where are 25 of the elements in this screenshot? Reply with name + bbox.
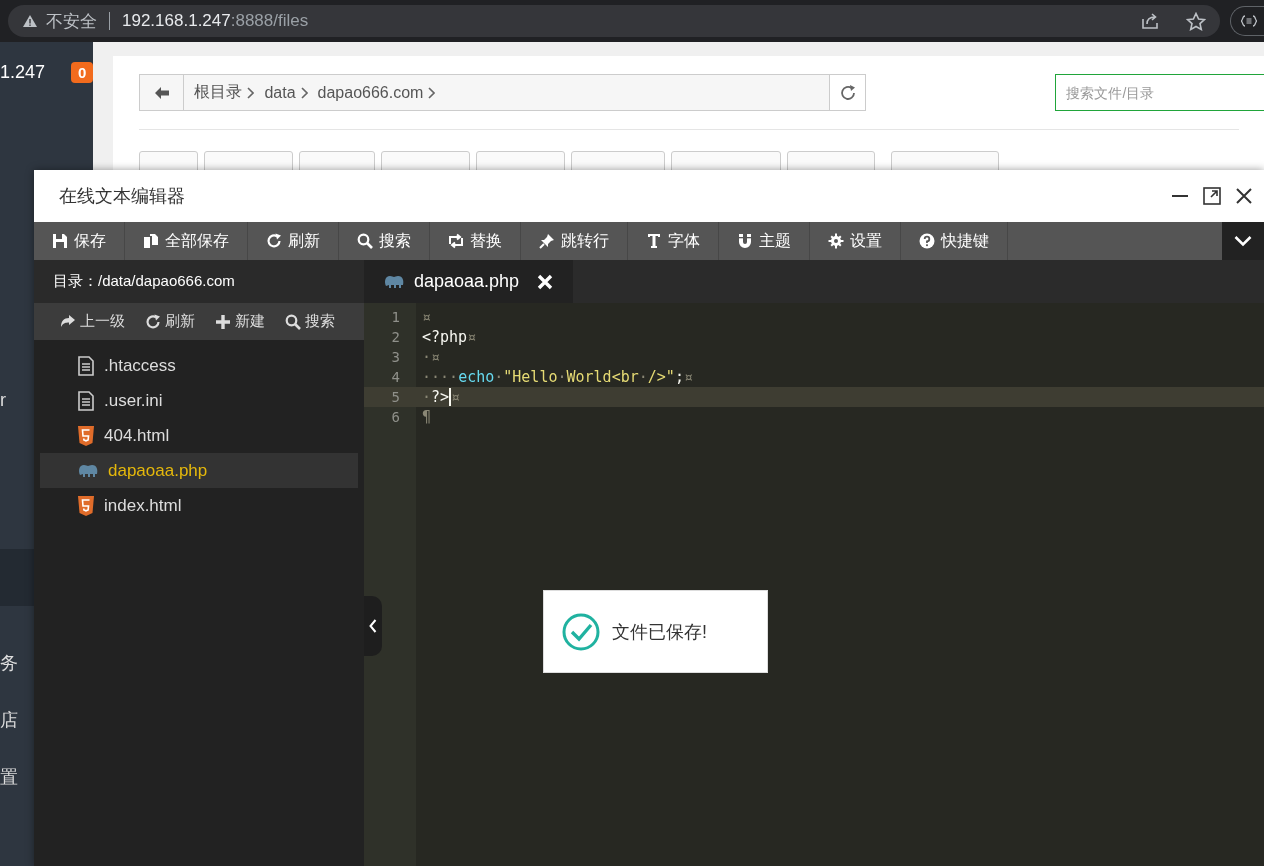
toast-message: 文件已保存!: [612, 620, 707, 644]
tab-label: dapaoaa.php: [414, 271, 520, 292]
security-label: 不安全: [46, 10, 97, 33]
line-number: 1: [390, 308, 401, 327]
line-number: 5: [364, 387, 416, 407]
file-name: 404.html: [104, 425, 170, 446]
url-path: :8888/files: [230, 11, 309, 31]
url-host: 192.168.1.247: [122, 11, 231, 31]
file-name: .user.ini: [104, 390, 163, 411]
line-number: 6: [390, 408, 401, 427]
code-line: <?php¤: [421, 327, 478, 347]
window-title: 在线文本编辑器: [59, 185, 186, 208]
directory-path: 目录：/data/dapao666.com: [34, 260, 364, 303]
code-line: ····echo·"Hello·World<br·/>";¤: [421, 367, 694, 387]
code-line: ¤: [421, 307, 433, 327]
code-line: ·¤: [421, 347, 442, 367]
count-badge: 0: [71, 61, 94, 83]
line-number: 3: [390, 348, 401, 367]
line-number: 4: [390, 368, 401, 387]
file-name: .htaccess: [104, 355, 176, 376]
line-number: 2: [390, 328, 401, 347]
sidebar-host: 1.247: [0, 61, 46, 83]
file-name: dapaoaa.php: [108, 460, 208, 481]
file-name: index.html: [104, 495, 182, 516]
code-line: ¶: [421, 407, 433, 427]
